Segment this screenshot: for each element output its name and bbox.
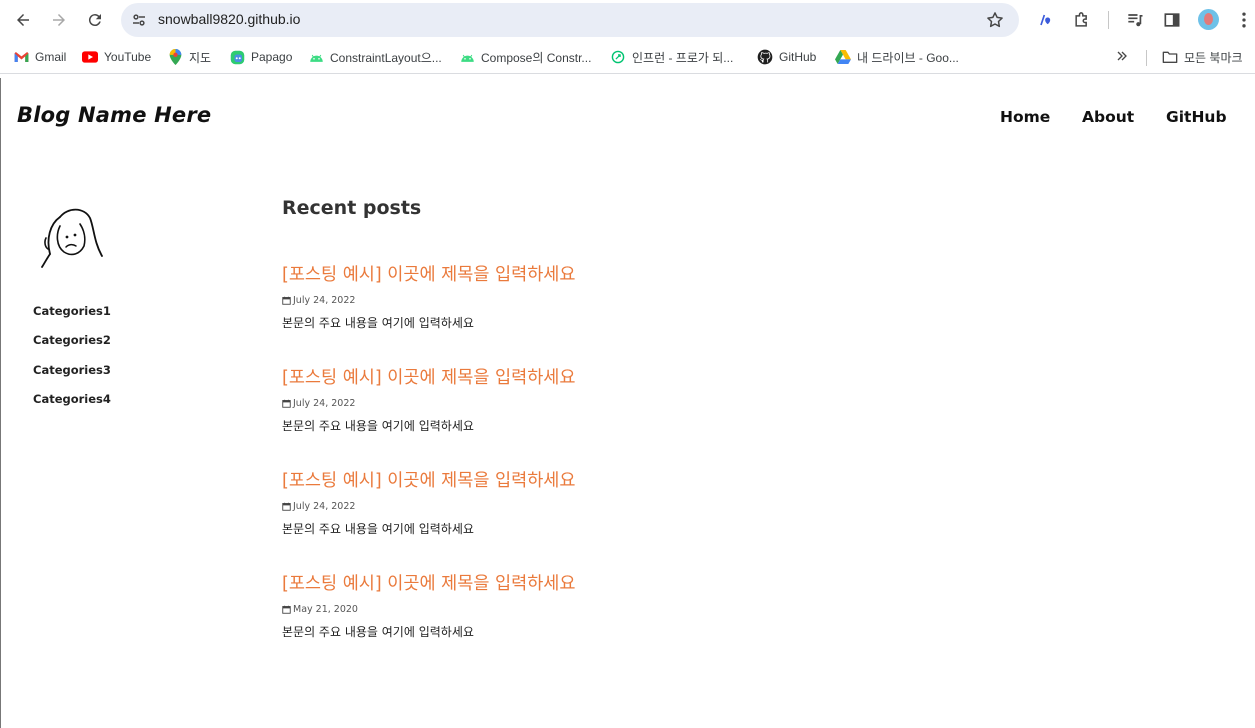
side-panel-button[interactable]: [1162, 10, 1182, 30]
reload-button[interactable]: [83, 8, 107, 32]
extension-icon[interactable]: [1036, 10, 1056, 30]
reload-icon: [88, 14, 101, 27]
bookmark-google-drive[interactable]: 내 드라이브 - Goo...: [835, 49, 959, 65]
nav-github-link[interactable]: GitHub: [1166, 108, 1227, 126]
post-date: July 24, 2022: [282, 398, 882, 409]
site-info-icon[interactable]: [130, 11, 148, 29]
bookmarks-overflow-button[interactable]: [1114, 48, 1132, 66]
bookmark-constraintlayout[interactable]: ConstraintLayout으...: [308, 49, 442, 65]
calendar-icon: [282, 502, 291, 511]
post-item: [포스팅 예시] 이곳에 제목을 입력하세요 May 21, 2020 본문의 …: [282, 570, 882, 640]
recent-posts-heading: Recent posts: [282, 197, 422, 219]
site-title-link[interactable]: Blog Name Here: [17, 103, 211, 127]
bookmarks-bar: Gmail YouTube 지도 Papago ConstraintLayout…: [0, 40, 1255, 74]
post-item: [포스팅 예시] 이곳에 제목을 입력하세요 July 24, 2022 본문의…: [282, 467, 882, 537]
folder-icon: [1162, 49, 1178, 65]
back-button[interactable]: [11, 8, 35, 32]
arrow-left-icon: [17, 14, 29, 26]
youtube-icon: [82, 49, 98, 65]
side-panel-icon: [1164, 13, 1180, 27]
kebab-menu-icon: [1242, 12, 1246, 28]
nav-home-link[interactable]: Home: [1000, 108, 1050, 126]
puzzle-icon: [1075, 12, 1087, 27]
category-link-2[interactable]: Categories2: [33, 333, 111, 347]
playlist-icon: [1128, 14, 1143, 27]
post-date: July 24, 2022: [282, 501, 882, 512]
browser-toolbar: snowball9820.github.io: [0, 0, 1255, 40]
post-title-link[interactable]: [포스팅 예시] 이곳에 제목을 입력하세요: [282, 570, 882, 595]
bookmark-maps[interactable]: 지도: [167, 49, 211, 65]
address-bar[interactable]: snowball9820.github.io: [121, 3, 1019, 37]
toolbar-divider: [1108, 11, 1109, 29]
gmail-icon: [13, 49, 29, 65]
calendar-icon: [282, 399, 291, 408]
post-item: [포스팅 예시] 이곳에 제목을 입력하세요 July 24, 2022 본문의…: [282, 364, 882, 434]
arrow-right-icon: [53, 14, 65, 26]
maps-icon: [167, 49, 183, 65]
author-avatar-drawing: [41, 208, 103, 268]
bookmark-gmail[interactable]: Gmail: [13, 49, 66, 65]
android-icon: [459, 49, 475, 65]
google-drive-icon: [835, 49, 851, 65]
github-icon: [757, 49, 773, 65]
calendar-icon: [282, 605, 291, 614]
all-bookmarks-folder[interactable]: 모든 북마크: [1162, 49, 1243, 65]
bookmark-github[interactable]: GitHub: [757, 49, 816, 65]
media-control-button[interactable]: [1125, 10, 1145, 30]
post-excerpt: 본문의 주요 내용을 여기에 입력하세요: [282, 316, 474, 330]
forward-button[interactable]: [47, 8, 71, 32]
calendar-icon: [282, 296, 291, 305]
bookmark-papago[interactable]: Papago: [229, 49, 292, 65]
post-date: May 21, 2020: [282, 604, 882, 615]
nav-about-link[interactable]: About: [1082, 108, 1134, 126]
extensions-puzzle-button[interactable]: [1072, 10, 1092, 30]
translate-extension-icon: [1040, 14, 1051, 26]
post-item: [포스팅 예시] 이곳에 제목을 입력하세요 July 24, 2022 본문의…: [282, 261, 882, 331]
menu-button[interactable]: [1234, 10, 1254, 30]
inflearn-icon: [610, 49, 626, 65]
papago-icon: [229, 49, 245, 65]
category-link-4[interactable]: Categories4: [33, 392, 111, 406]
category-link-3[interactable]: Categories3: [33, 363, 111, 377]
bookmark-inflearn[interactable]: 인프런 - 프로가 되...: [610, 49, 733, 65]
profile-avatar[interactable]: [1198, 9, 1219, 30]
url-text[interactable]: snowball9820.github.io: [158, 11, 300, 27]
post-title-link[interactable]: [포스팅 예시] 이곳에 제목을 입력하세요: [282, 261, 882, 286]
bookmark-youtube[interactable]: YouTube: [82, 49, 151, 65]
android-icon: [308, 49, 324, 65]
bookmarks-divider: [1146, 50, 1147, 66]
post-excerpt: 본문의 주요 내용을 여기에 입력하세요: [282, 522, 474, 536]
post-excerpt: 본문의 주요 내용을 여기에 입력하세요: [282, 625, 474, 639]
post-title-link[interactable]: [포스팅 예시] 이곳에 제목을 입력하세요: [282, 467, 882, 492]
category-link-1[interactable]: Categories1: [33, 304, 111, 318]
post-excerpt: 본문의 주요 내용을 여기에 입력하세요: [282, 419, 474, 433]
post-title-link[interactable]: [포스팅 예시] 이곳에 제목을 입력하세요: [282, 364, 882, 389]
post-date: July 24, 2022: [282, 295, 882, 306]
bookmark-compose-constraint[interactable]: Compose의 Constr...: [459, 49, 591, 65]
web-page: Blog Name Here Home About GitHub Categor…: [0, 78, 1255, 728]
bookmark-star-icon[interactable]: [985, 10, 1005, 30]
double-chevron-right-icon: [1117, 51, 1127, 61]
